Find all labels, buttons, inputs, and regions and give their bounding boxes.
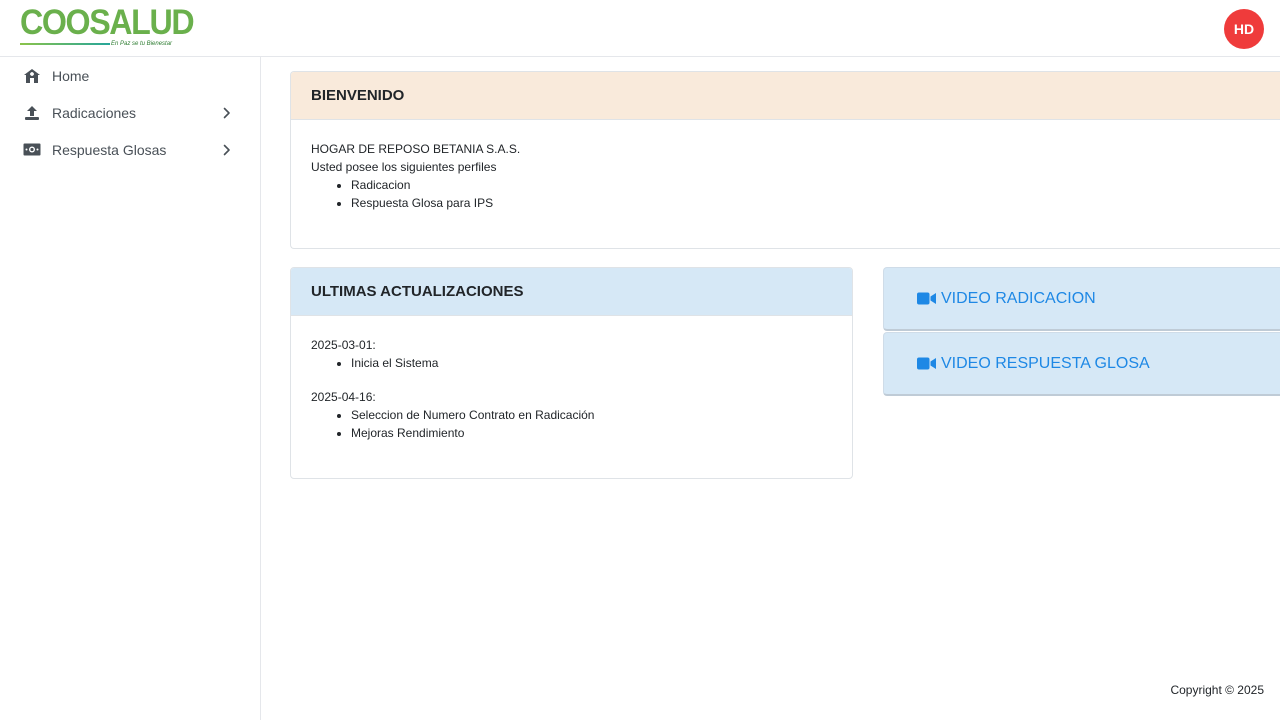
list-item: Radicacion bbox=[351, 176, 1280, 194]
copyright-footer: Copyright © 2025 bbox=[1170, 683, 1264, 697]
welcome-card-body: HOGAR DE REPOSO BETANIA S.A.S. Usted pos… bbox=[291, 120, 1280, 232]
sidebar-item-label: Radicaciones bbox=[52, 104, 137, 121]
money-bill-icon bbox=[23, 142, 41, 158]
coosalud-logo[interactable]: COOSALUD En Paz se tu Bienestar bbox=[20, 3, 195, 51]
update-date: 2025-04-16: bbox=[311, 390, 376, 404]
logo-text: COOSALUD bbox=[20, 3, 195, 42]
sidebar: Home Radicaciones Respuesta Glosas bbox=[0, 57, 261, 720]
logo-underline bbox=[20, 43, 110, 45]
profiles-list: Radicacion Respuesta Glosa para IPS bbox=[351, 176, 1280, 212]
sidebar-item-label: Respuesta Glosas bbox=[52, 141, 167, 158]
upload-icon bbox=[23, 105, 41, 121]
video-button-label: VIDEO RESPUESTA GLOSA bbox=[941, 354, 1150, 372]
list-item: Mejoras Rendimiento bbox=[351, 424, 832, 442]
list-item: Respuesta Glosa para IPS bbox=[351, 194, 1280, 212]
profiles-intro: Usted posee los siguientes perfiles bbox=[311, 160, 497, 174]
chevron-right-icon bbox=[221, 143, 233, 156]
update-entry: 2025-04-16: Seleccion de Numero Contrato… bbox=[311, 388, 832, 442]
video-respuesta-glosa-button[interactable]: VIDEO RESPUESTA GLOSA bbox=[883, 332, 1280, 396]
sidebar-item-home[interactable]: Home bbox=[0, 57, 260, 94]
user-avatar[interactable]: HD bbox=[1224, 9, 1264, 49]
updates-card-title: ULTIMAS ACTUALIZACIONES bbox=[291, 268, 852, 316]
update-date: 2025-03-01: bbox=[311, 338, 376, 352]
welcome-card-title: BIENVENIDO bbox=[291, 72, 1280, 120]
updates-card-body: 2025-03-01: Inicia el Sistema 2025-04-16… bbox=[291, 316, 852, 462]
update-entry: 2025-03-01: Inicia el Sistema bbox=[311, 336, 832, 372]
logo-tagline: En Paz se tu Bienestar bbox=[111, 41, 173, 47]
home-icon bbox=[23, 68, 41, 84]
video-radicacion-button[interactable]: VIDEO RADICACION bbox=[883, 267, 1280, 331]
welcome-card: BIENVENIDO HOGAR DE REPOSO BETANIA S.A.S… bbox=[290, 71, 1280, 249]
top-bar: COOSALUD En Paz se tu Bienestar HD bbox=[0, 0, 1280, 57]
sidebar-item-label: Home bbox=[52, 67, 90, 84]
video-camera-icon bbox=[917, 292, 936, 305]
update-items: Inicia el Sistema bbox=[351, 354, 832, 372]
video-button-label: VIDEO RADICACION bbox=[941, 289, 1096, 307]
sidebar-item-radicaciones[interactable]: Radicaciones bbox=[0, 94, 260, 131]
update-items: Seleccion de Numero Contrato en Radicaci… bbox=[351, 406, 832, 442]
entity-name: HOGAR DE REPOSO BETANIA S.A.S. bbox=[311, 142, 521, 156]
video-camera-icon bbox=[917, 357, 936, 370]
list-item: Seleccion de Numero Contrato en Radicaci… bbox=[351, 406, 832, 424]
chevron-right-icon bbox=[221, 106, 233, 119]
list-item: Inicia el Sistema bbox=[351, 354, 832, 372]
updates-card: ULTIMAS ACTUALIZACIONES 2025-03-01: Inic… bbox=[290, 267, 853, 479]
sidebar-item-respuesta-glosas[interactable]: Respuesta Glosas bbox=[0, 131, 260, 168]
